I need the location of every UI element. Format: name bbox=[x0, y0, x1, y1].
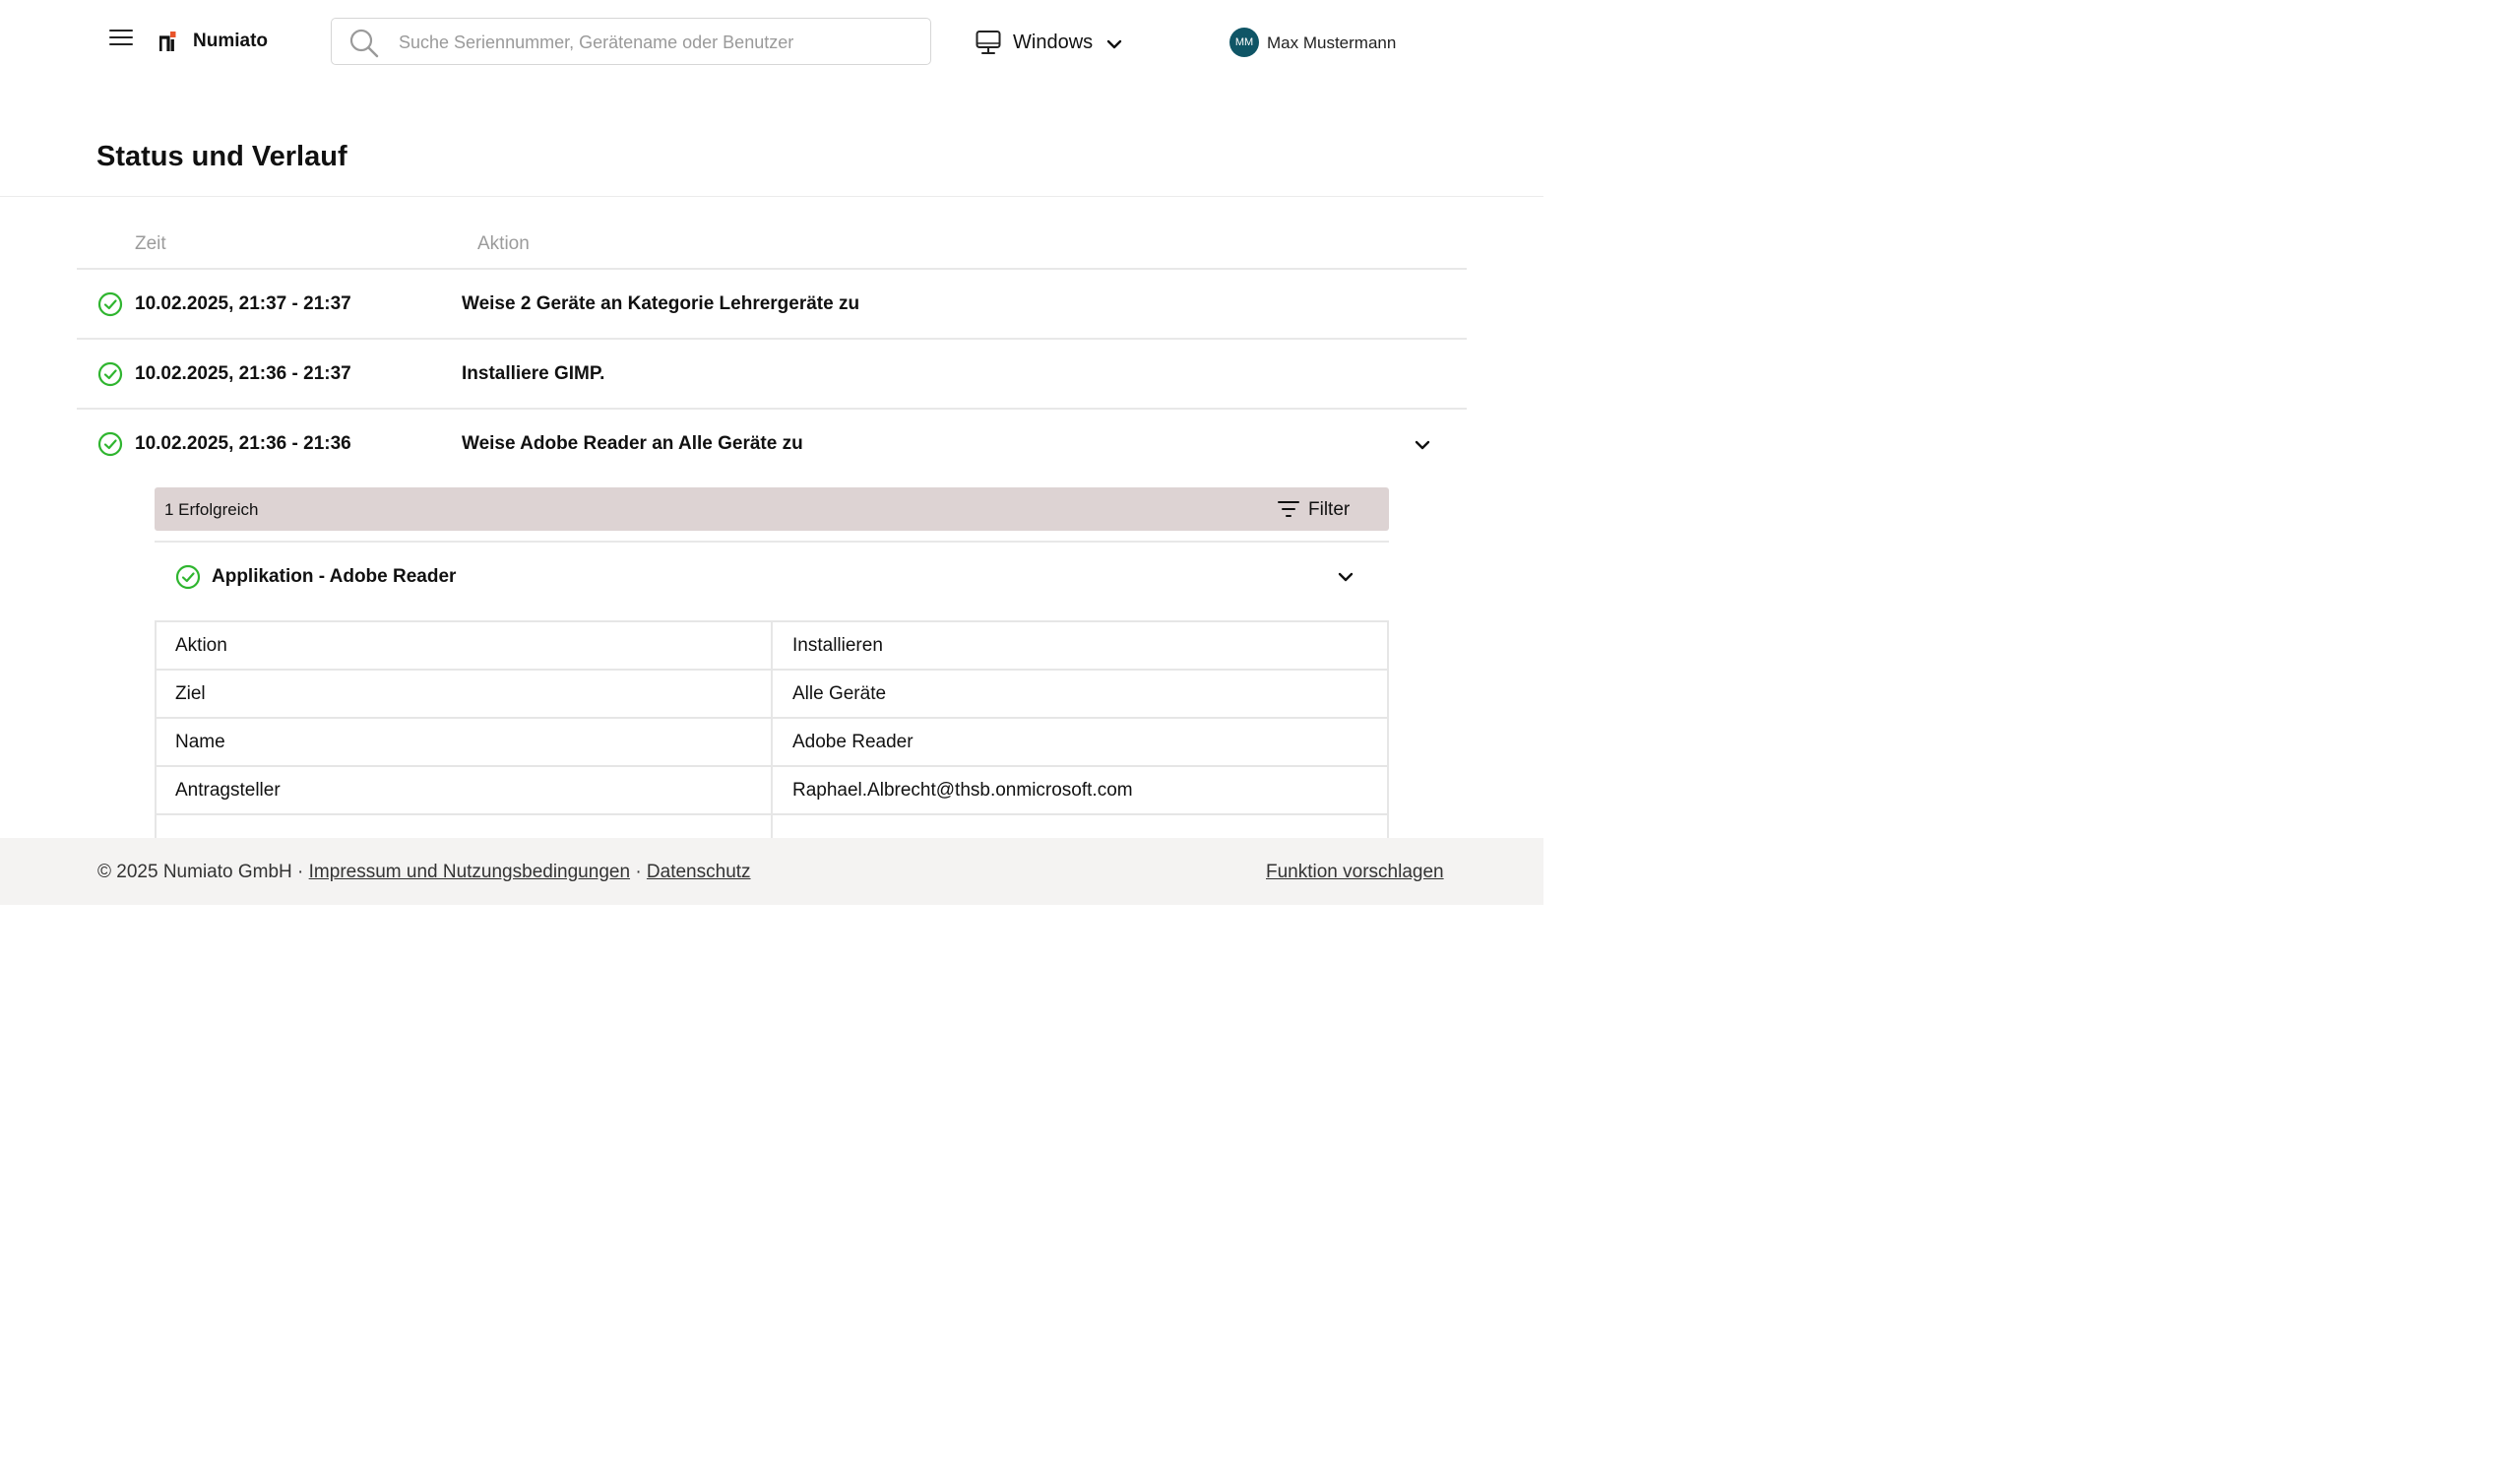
row-action: Weise 2 Geräte an Kategorie Lehrergeräte… bbox=[462, 293, 860, 314]
success-check-icon bbox=[175, 564, 201, 590]
user-name: Max Mustermann bbox=[1267, 33, 1397, 52]
property-key: Name bbox=[155, 717, 773, 767]
details-table: Aktion Installieren Ziel Alle Geräte Nam… bbox=[155, 620, 1389, 864]
history-row[interactable]: 10.02.2025, 21:36 - 21:37 Installiere GI… bbox=[77, 340, 1467, 409]
history-row[interactable]: 10.02.2025, 21:37 - 21:37 Weise 2 Geräte… bbox=[77, 270, 1467, 339]
row-time: 10.02.2025, 21:36 - 21:36 bbox=[135, 433, 351, 454]
application-title: Applikation - Adobe Reader bbox=[212, 566, 457, 587]
column-header-action: Aktion bbox=[477, 233, 530, 254]
divider bbox=[0, 196, 1544, 197]
table-row: Name Adobe Reader bbox=[155, 717, 1389, 767]
row-time: 10.02.2025, 21:37 - 21:37 bbox=[135, 293, 351, 314]
row-action: Installiere GIMP. bbox=[462, 363, 605, 384]
menu-icon[interactable] bbox=[109, 30, 133, 49]
page-title: Status und Verlauf bbox=[96, 141, 347, 172]
history-row-expanded[interactable]: 10.02.2025, 21:36 - 21:36 Weise Adobe Re… bbox=[77, 410, 1467, 479]
suggest-feature-link[interactable]: Funktion vorschlagen bbox=[1266, 862, 1444, 883]
copyright-text: © 2025 Numiato GmbH bbox=[97, 862, 292, 882]
success-count: 1 Erfolgreich bbox=[164, 500, 259, 519]
separator: · bbox=[635, 862, 642, 882]
row-time: 10.02.2025, 21:36 - 21:37 bbox=[135, 363, 351, 384]
property-key: Aktion bbox=[155, 620, 773, 671]
row-action: Weise Adobe Reader an Alle Geräte zu bbox=[462, 433, 803, 454]
property-value: Adobe Reader bbox=[771, 717, 1389, 767]
table-row: Ziel Alle Geräte bbox=[155, 669, 1389, 719]
separator: · bbox=[297, 862, 304, 882]
imprint-link[interactable]: Impressum und Nutzungsbedingungen bbox=[309, 862, 630, 882]
filter-label: Filter bbox=[1308, 499, 1351, 520]
numiato-logo-icon[interactable] bbox=[159, 31, 177, 52]
chevron-down-icon[interactable] bbox=[1337, 568, 1354, 586]
monitor-icon bbox=[976, 31, 1001, 54]
column-header-time: Zeit bbox=[135, 233, 166, 254]
table-row: Aktion Installieren bbox=[155, 620, 1389, 671]
success-check-icon bbox=[97, 291, 123, 317]
footer-copyright-line: © 2025 Numiato GmbH · Impressum und Nutz… bbox=[97, 862, 751, 883]
search-box[interactable] bbox=[331, 18, 931, 65]
chevron-down-icon bbox=[1106, 39, 1122, 49]
brand-name[interactable]: Numiato bbox=[193, 31, 268, 52]
top-bar: Numiato Windows MM Max Mustermann bbox=[0, 0, 1544, 87]
property-value: Raphael.Albrecht@thsb.onmicrosoft.com bbox=[771, 765, 1389, 815]
property-key: Antragsteller bbox=[155, 765, 773, 815]
table-row: Antragsteller Raphael.Albrecht@thsb.onmi… bbox=[155, 765, 1389, 815]
success-check-icon bbox=[97, 431, 123, 457]
filter-icon bbox=[1278, 501, 1299, 517]
search-icon bbox=[349, 29, 379, 58]
search-input[interactable] bbox=[397, 27, 913, 58]
property-value: Installieren bbox=[771, 620, 1389, 671]
privacy-link[interactable]: Datenschutz bbox=[647, 862, 751, 882]
chevron-down-icon[interactable] bbox=[1414, 436, 1431, 454]
footer: © 2025 Numiato GmbH · Impressum und Nutz… bbox=[0, 838, 1544, 905]
platform-label: Windows bbox=[1013, 32, 1094, 53]
result-summary-bar: 1 Erfolgreich Filter bbox=[155, 487, 1389, 531]
success-check-icon bbox=[97, 361, 123, 387]
property-key: Ziel bbox=[155, 669, 773, 719]
avatar: MM bbox=[1229, 28, 1259, 57]
property-value: Alle Geräte bbox=[771, 669, 1389, 719]
application-item[interactable]: Applikation - Adobe Reader bbox=[155, 543, 1389, 611]
